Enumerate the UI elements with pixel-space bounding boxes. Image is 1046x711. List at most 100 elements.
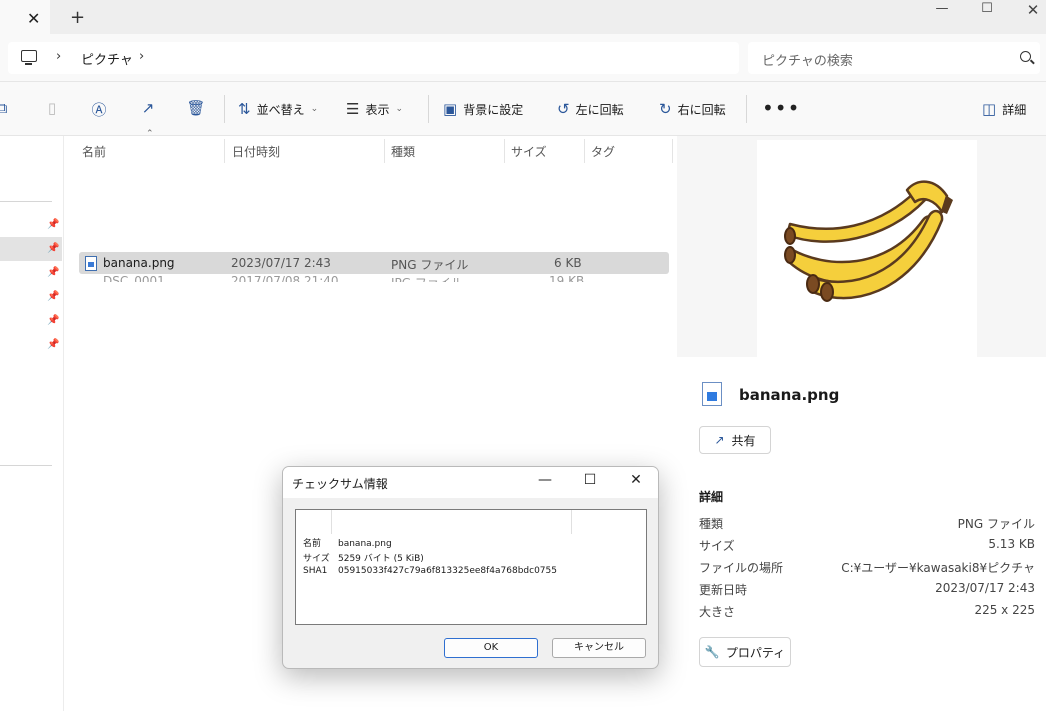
- prop-key: ファイルの場所: [699, 561, 784, 575]
- view-icon: ☰: [346, 100, 360, 118]
- column-header: 名前 日付時刻 種類 サイズ タグ: [0, 136, 676, 164]
- minimize-icon[interactable]: —: [530, 472, 560, 492]
- set-background-button[interactable]: ▣ 背景に設定: [443, 99, 523, 119]
- rotate-right-label: 右に回転: [677, 102, 726, 117]
- properties-label: プロパティ: [725, 645, 786, 660]
- more-options-icon[interactable]: •••: [762, 96, 800, 120]
- prop-row: 種類 PNG ファイル: [699, 515, 1035, 535]
- prop-key: 種類: [699, 517, 724, 531]
- share-icon[interactable]: ↗: [138, 99, 158, 119]
- view-button[interactable]: ☰ 表示 ⌄: [346, 99, 403, 119]
- breadcrumb-pictures[interactable]: ピクチャ: [81, 49, 133, 68]
- column-divider[interactable]: [672, 139, 673, 163]
- file-size: 19 KB: [549, 274, 585, 282]
- column-type[interactable]: 種類: [391, 143, 415, 160]
- sort-icon: ⇅: [238, 100, 251, 118]
- set-background-label: 背景に設定: [463, 102, 524, 117]
- chevron-right-icon[interactable]: ›: [56, 49, 61, 64]
- checksum-key: 名前: [303, 539, 322, 549]
- pin-icon[interactable]: 📌: [47, 219, 59, 230]
- details-pane-icon: ◫: [982, 100, 997, 118]
- pc-icon[interactable]: [21, 50, 37, 65]
- chevron-right-icon[interactable]: ›: [139, 49, 144, 64]
- maximize-icon[interactable]: ☐: [967, 1, 1007, 19]
- column-date[interactable]: 日付時刻: [232, 143, 280, 160]
- properties-button[interactable]: 🔧 プロパティ: [699, 637, 791, 667]
- checksum-value: 5259 バイト (5 KiB): [338, 554, 424, 564]
- wrench-icon: 🔧: [704, 645, 720, 659]
- new-tab-icon[interactable]: +: [70, 7, 85, 28]
- details-pane-label: 詳細: [1002, 102, 1027, 117]
- file-row-selected[interactable]: banana.png 2023/07/17 2:43 PNG ファイル 6 KB: [79, 252, 669, 274]
- divider: [746, 95, 747, 123]
- column-divider[interactable]: [224, 139, 225, 163]
- divider: [0, 201, 52, 202]
- divider: [0, 465, 52, 466]
- details-section-title: 詳細: [699, 490, 724, 504]
- navigation-pane: 📌 📌 📌 📌 📌 📌: [0, 136, 64, 711]
- pin-icon[interactable]: 📌: [47, 291, 59, 302]
- command-bar: ⧉ ▯ Ⓐ ↗ 🗑 ⇅ 並べ替え ⌄ ☰ 表示 ⌄ ▣ 背景に設定 ↺ 左に回転…: [0, 82, 1046, 136]
- file-name: DSC_0001: [103, 274, 165, 282]
- copy-icon[interactable]: ⧉: [0, 99, 12, 119]
- rotate-left-label: 左に回転: [575, 102, 624, 117]
- file-date: 2017/07/08 21:40: [231, 274, 339, 282]
- column-divider: [571, 510, 572, 534]
- sort-label: 並べ替え: [256, 102, 305, 117]
- sort-button[interactable]: ⇅ 並べ替え ⌄: [238, 99, 318, 119]
- window-close-icon[interactable]: ✕: [1013, 1, 1046, 19]
- pin-icon[interactable]: 📌: [47, 315, 59, 326]
- dialog-title-bar[interactable]: チェックサム情報 — ☐ ✕: [283, 467, 658, 498]
- checksum-value: 05915033f427c79a6f813325ee8f4a768bdc0755: [338, 566, 557, 576]
- checksum-line: SHA1 05915033f427c79a6f813325ee8f4a768bdc…: [303, 566, 557, 576]
- file-name: banana.png: [103, 256, 175, 270]
- search-box[interactable]: ピクチャの検索: [748, 42, 1040, 74]
- pin-icon[interactable]: 📌: [47, 243, 59, 254]
- column-tags[interactable]: タグ: [591, 143, 615, 160]
- search-icon[interactable]: [1020, 51, 1031, 62]
- rotate-left-button[interactable]: ↺ 左に回転: [557, 99, 624, 119]
- cancel-button[interactable]: キャンセル: [552, 638, 646, 658]
- close-tab-icon[interactable]: ✕: [27, 9, 40, 28]
- checksum-list[interactable]: 名前 banana.png サイズ 5259 バイト (5 KiB) SHA1 059…: [295, 509, 647, 625]
- prop-row: 更新日時 2023/07/17 2:43: [699, 581, 1035, 601]
- rotate-right-icon: ↻: [659, 100, 672, 118]
- view-label: 表示: [365, 102, 390, 117]
- column-name[interactable]: 名前: [82, 143, 106, 160]
- share-label: 共有: [731, 433, 756, 448]
- prop-value: 225 x 225: [974, 603, 1035, 617]
- address-bar[interactable]: › ピクチャ ›: [8, 42, 739, 74]
- rotate-right-button[interactable]: ↻ 右に回転: [659, 99, 726, 119]
- prop-row: サイズ 5.13 KB: [699, 537, 1035, 557]
- prop-value: C:¥ユーザー¥kawasaki8¥ピクチャ: [841, 561, 1035, 575]
- column-divider[interactable]: [504, 139, 505, 163]
- file-size: 6 KB: [554, 256, 582, 270]
- column-divider[interactable]: [584, 139, 585, 163]
- minimize-icon[interactable]: —: [922, 1, 962, 19]
- checksum-line: 名前 banana.png: [303, 536, 392, 549]
- divider: [224, 95, 225, 123]
- ok-button[interactable]: OK: [444, 638, 538, 658]
- prop-value: PNG ファイル: [957, 517, 1035, 531]
- details-pane-button[interactable]: ◫ 詳細: [982, 99, 1026, 119]
- tab-pictures[interactable]: ✕: [0, 0, 50, 34]
- delete-icon[interactable]: 🗑: [186, 99, 206, 119]
- close-icon[interactable]: ✕: [621, 472, 651, 492]
- prop-row: ファイルの場所 C:¥ユーザー¥kawasaki8¥ピクチャ: [699, 559, 1035, 579]
- share-button[interactable]: ↗ 共有: [699, 426, 771, 454]
- file-row-partial[interactable]: DSC_0001 2017/07/08 21:40 JPG ファイル 19 KB: [79, 274, 669, 282]
- column-divider: [331, 510, 332, 534]
- paste-icon[interactable]: ▯: [42, 99, 62, 119]
- rotate-left-icon: ↺: [557, 100, 570, 118]
- maximize-icon[interactable]: ☐: [575, 472, 605, 492]
- pin-icon[interactable]: 📌: [47, 339, 59, 350]
- checksum-key: サイズ: [303, 554, 330, 564]
- column-size[interactable]: サイズ: [511, 143, 547, 160]
- chevron-down-icon: ⌄: [395, 104, 404, 114]
- rename-icon[interactable]: Ⓐ: [89, 99, 109, 119]
- pin-icon[interactable]: 📌: [47, 267, 59, 278]
- chevron-down-icon: ⌄: [310, 104, 319, 114]
- address-row: › ピクチャ › ピクチャの検索: [0, 34, 1046, 82]
- column-divider[interactable]: [384, 139, 385, 163]
- search-placeholder[interactable]: ピクチャの検索: [762, 50, 853, 69]
